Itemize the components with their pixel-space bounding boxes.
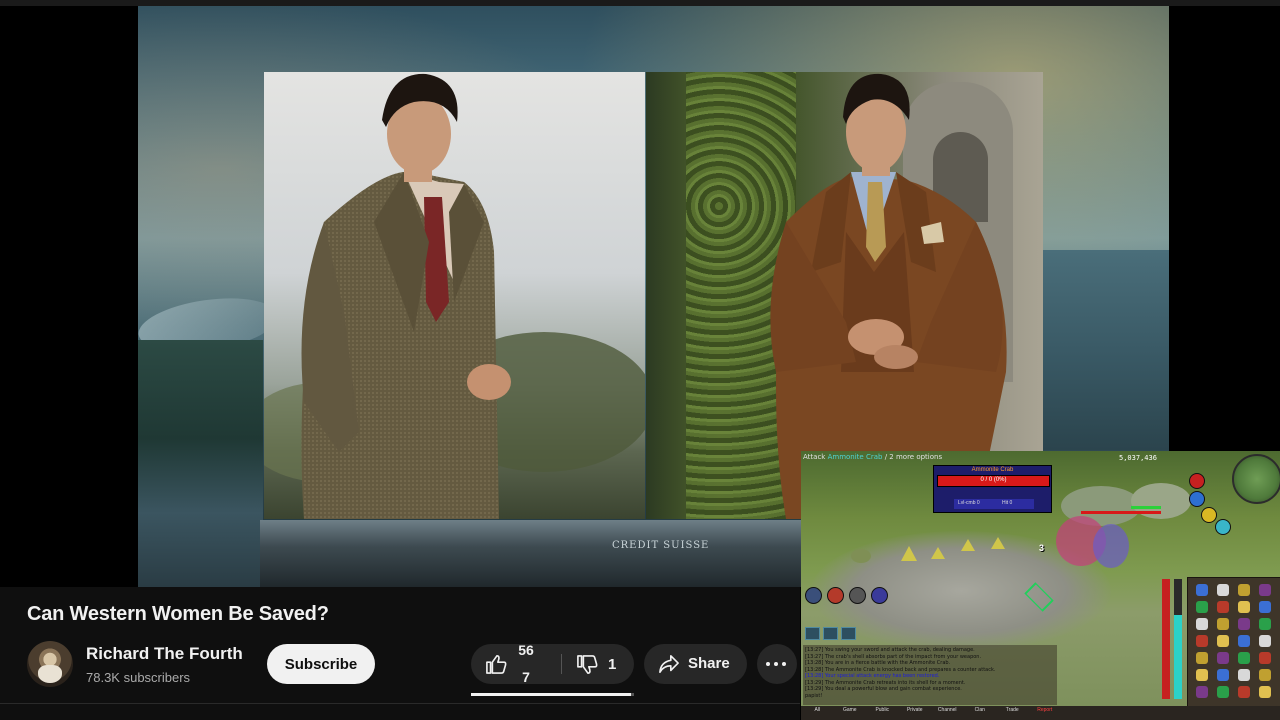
inventory-slot[interactable] <box>1217 652 1229 664</box>
chat-tab-trade[interactable]: Trade <box>996 706 1029 720</box>
damage-splat-icon: 3 <box>1039 543 1045 553</box>
tweed-suit-figure <box>264 73 645 519</box>
building-sign: CREDIT SUISSE <box>612 540 710 551</box>
npc-hp-text: 0 / 0 (0%) <box>980 477 1007 483</box>
inventory-slot[interactable] <box>1217 601 1229 613</box>
inventory-slot[interactable] <box>1217 686 1229 698</box>
quick-actions <box>805 587 893 609</box>
hover-target: Ammonite Crab <box>827 453 883 461</box>
share-icon <box>659 655 679 673</box>
prayer-icon-2 <box>823 627 838 640</box>
inventory-slot[interactable] <box>1259 669 1271 681</box>
bottom-divider <box>0 703 800 704</box>
prayer-bar <box>1174 579 1182 699</box>
chat-tab-private[interactable]: Private <box>899 706 932 720</box>
chat-tab-public[interactable]: Public <box>866 706 899 720</box>
game-tab-bar[interactable] <box>1061 706 1280 720</box>
hover-suffix: / 2 more options <box>884 453 943 461</box>
npc-sub-right: Hit 0 <box>1002 500 1013 506</box>
inventory-slot[interactable] <box>1196 601 1208 613</box>
dislike-count: 1 <box>608 656 617 673</box>
inventory-slot[interactable] <box>1238 618 1250 630</box>
prayer-icon-3 <box>841 627 856 640</box>
inventory-slot[interactable] <box>1196 686 1208 698</box>
more-actions-button[interactable] <box>757 644 797 684</box>
chat-tab-clan[interactable]: Clan <box>964 706 997 720</box>
npc-hp-bar: 0 / 0 (0%) <box>937 475 1050 487</box>
chat-tab-game[interactable]: Game <box>834 706 867 720</box>
chat-tab-channel[interactable]: Channel <box>931 706 964 720</box>
inventory-slot[interactable] <box>1259 601 1271 613</box>
game-stream-overlay[interactable]: Attack Ammonite Crab / 2 more options Am… <box>801 451 1280 720</box>
inventory-slot[interactable] <box>1259 635 1271 647</box>
inventory-slot[interactable] <box>1196 584 1208 596</box>
background-city-right <box>1043 250 1169 450</box>
inventory-slot[interactable] <box>1196 618 1208 630</box>
background-city-left <box>138 340 263 587</box>
inventory-slot[interactable] <box>1238 635 1250 647</box>
inventory-slot[interactable] <box>1259 686 1271 698</box>
chat-tab-all[interactable]: All <box>801 706 834 720</box>
inventory-slot[interactable] <box>1259 618 1271 630</box>
active-prayers <box>805 627 859 645</box>
subscribe-button[interactable]: Subscribe <box>267 644 375 684</box>
inventory-slot[interactable] <box>1196 635 1208 647</box>
quick-icon-4[interactable] <box>871 587 888 604</box>
inventory-slot[interactable] <box>1196 669 1208 681</box>
npc-name: Ammonite Crab <box>971 467 1014 473</box>
inventory-slot[interactable] <box>1238 584 1250 596</box>
dislike-button[interactable]: 1 <box>562 644 634 684</box>
prayer-orb-icon[interactable] <box>1189 491 1205 507</box>
special-attack-orb-icon[interactable] <box>1215 519 1231 535</box>
more-horizontal-icon <box>766 662 790 666</box>
like-button[interactable]: 56 7 <box>471 642 561 685</box>
quick-icon-3[interactable] <box>849 587 866 604</box>
thumbs-up-icon <box>486 655 507 674</box>
inventory-slot[interactable] <box>1238 686 1250 698</box>
video-title: Can Western Women Be Saved? <box>27 603 329 625</box>
chat-tab-report[interactable]: Report <box>1029 706 1062 720</box>
channel-name[interactable]: Richard The Fourth <box>86 644 243 664</box>
status-bars <box>1162 579 1184 699</box>
chat-line: papist! <box>805 692 823 699</box>
background-building <box>260 520 801 587</box>
channel-avatar[interactable] <box>27 641 73 687</box>
inventory-slot[interactable] <box>1217 635 1229 647</box>
like-count-bottom: 7 <box>522 669 530 685</box>
like-dislike-group: 56 7 1 <box>471 642 634 685</box>
share-button[interactable]: Share <box>644 644 747 684</box>
inventory-slot[interactable] <box>1196 652 1208 664</box>
like-count-top: 56 <box>518 642 534 658</box>
minimap[interactable] <box>1232 454 1280 504</box>
inventory-slot[interactable] <box>1217 584 1229 596</box>
inventory-slot[interactable] <box>1259 652 1271 664</box>
subscriber-count: 78.3K subscribers <box>86 670 191 685</box>
inventory-slot[interactable] <box>1259 584 1271 596</box>
inventory-slot[interactable] <box>1217 618 1229 630</box>
xp-counter: 5,037,436 <box>1119 454 1157 462</box>
inventory-slot[interactable] <box>1238 601 1250 613</box>
hitpoints-bar <box>1162 579 1170 699</box>
npc-sub-panel: Lvl-cmb 0 Hit 0 <box>954 499 1034 509</box>
inventory-slot[interactable] <box>1238 669 1250 681</box>
quick-icon-2[interactable] <box>827 587 844 604</box>
prayer-icon-1 <box>805 627 820 640</box>
run-energy-orb-icon[interactable] <box>1201 507 1217 523</box>
photo-tweed-suit <box>264 72 645 519</box>
thumbs-down-icon <box>577 655 598 674</box>
hover-action: Attack <box>803 453 826 461</box>
inventory-slot[interactable] <box>1238 652 1250 664</box>
share-label: Share <box>688 655 730 672</box>
like-ratio-bar <box>471 693 634 696</box>
game-chatbox[interactable]: [13:27] You swing your sword and attack … <box>803 645 1057 705</box>
chat-tabs: All Game Public Private Channel Clan Tra… <box>801 706 1061 720</box>
inventory-slot[interactable] <box>1217 669 1229 681</box>
inventory-panel[interactable] <box>1187 577 1280 707</box>
hitpoints-orb-icon[interactable] <box>1189 473 1205 489</box>
npc-info-panel: Ammonite Crab 0 / 0 (0%) Lvl-cmb 0 Hit 0 <box>933 465 1052 513</box>
quick-icon-1[interactable] <box>805 587 822 604</box>
like-ratio-fill <box>471 693 631 696</box>
npc-sub-left: Lvl-cmb 0 <box>958 500 980 506</box>
game-hover-text: Attack Ammonite Crab / 2 more options <box>803 453 942 461</box>
